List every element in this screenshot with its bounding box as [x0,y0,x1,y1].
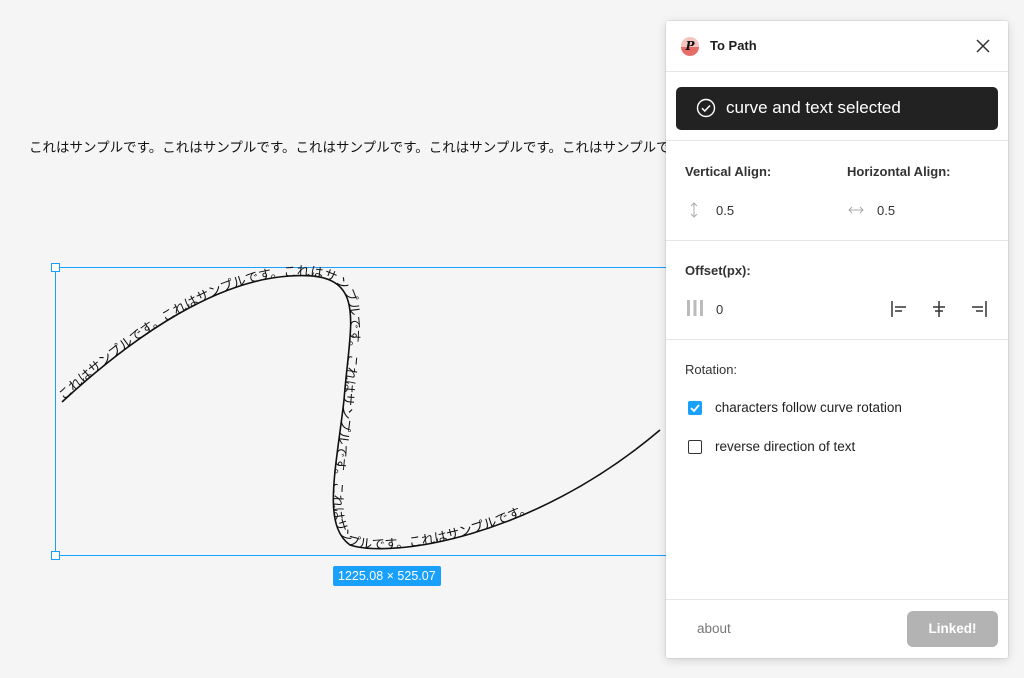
plugin-logo-icon: P [681,37,699,56]
svg-text:P: P [685,39,696,53]
horizontal-align-label: Horizontal Align: [847,164,951,179]
dimensions-label: 1225.08 × 525.07 [333,566,441,586]
vertical-align-input[interactable]: 0.5 [716,203,734,218]
align-end-icon[interactable] [969,301,987,317]
horizontal-arrows-icon [848,206,864,214]
linked-button[interactable]: Linked! [907,611,998,647]
checkmark-icon [690,404,700,413]
close-icon[interactable] [974,37,992,55]
plugin-header: P To Path [666,21,1008,72]
text-on-path: これはサンプルです。これはサンプルです。これはサンプルです。これはサンプルです。… [56,264,534,552]
align-start-icon[interactable] [891,301,909,317]
check-circle-icon [696,98,716,118]
offset-label: Offset(px): [685,263,751,278]
horizontal-align-input[interactable]: 0.5 [877,203,895,218]
divider [666,599,1008,600]
reverse-direction-checkbox[interactable] [688,440,702,454]
plugin-title: To Path [710,38,757,53]
vertical-align-label: Vertical Align: [685,164,772,179]
offset-bars-icon [687,300,703,316]
follow-rotation-label[interactable]: characters follow curve rotation [715,400,902,415]
divider [666,240,1008,241]
selection-box [55,267,696,556]
follow-rotation-checkbox[interactable] [688,401,702,415]
status-message: curve and text selected [726,98,901,117]
rotation-label: Rotation: [685,362,738,377]
plugin-panel: P To Path curve and text selected Vertic… [666,21,1008,658]
offset-input[interactable]: 0 [716,302,723,317]
divider [666,339,1008,340]
align-center-icon[interactable] [930,301,948,317]
about-link[interactable]: about [697,621,731,636]
status-toast: curve and text selected [676,87,998,130]
divider [666,140,1008,141]
reverse-direction-label[interactable]: reverse direction of text [715,439,855,454]
resize-handle-bottom-left[interactable] [51,551,60,560]
resize-handle-top-left[interactable] [51,263,60,272]
vertical-arrows-icon [690,202,698,218]
